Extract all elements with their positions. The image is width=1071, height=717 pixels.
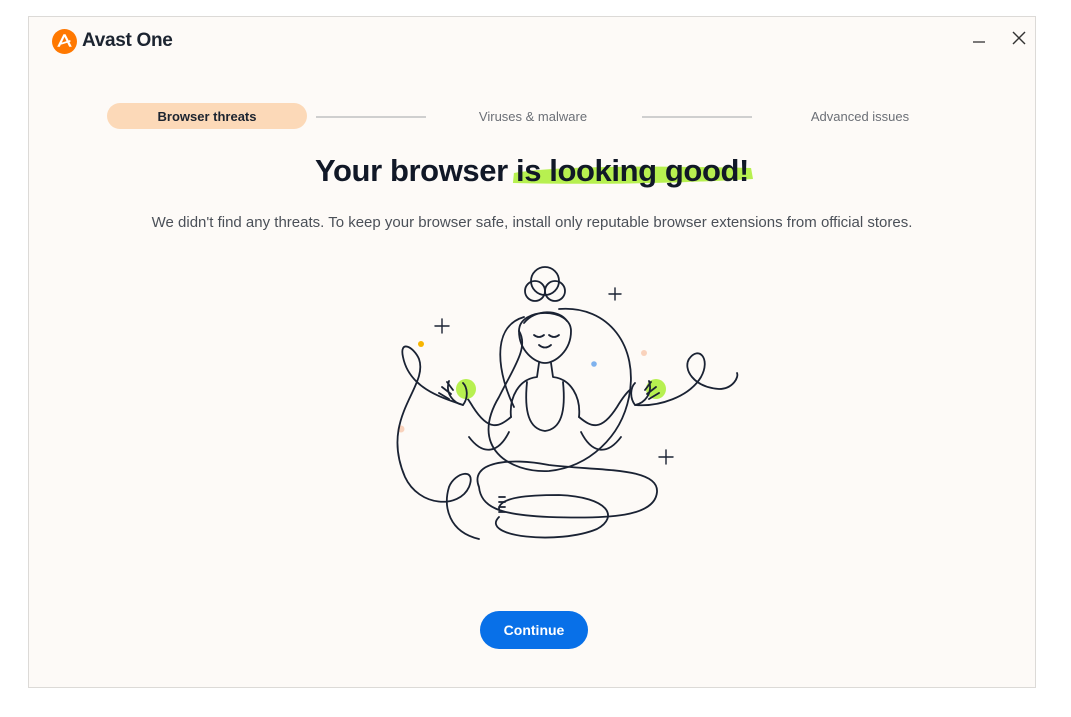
close-icon <box>1012 31 1026 45</box>
page-subtitle: We didn't find any threats. To keep your… <box>151 214 913 231</box>
step-viruses-malware: Viruses & malware <box>478 108 588 124</box>
app-name: Avast One <box>82 30 173 51</box>
page-title: Your browser is looking good! <box>29 153 1035 189</box>
step-connector <box>316 116 426 118</box>
step-connector <box>642 116 752 118</box>
title-prefix: Your browser <box>315 153 516 188</box>
brand: Avast One <box>52 27 173 55</box>
minimize-button[interactable] <box>966 25 992 51</box>
step-browser-threats: Browser threats <box>107 103 307 129</box>
app-window: Avast One Browser threats Viruses & malw… <box>28 16 1036 688</box>
progress-stepper: Browser threats Viruses & malware Advanc… <box>29 103 1035 129</box>
step-advanced-issues: Advanced issues <box>810 108 910 124</box>
title-highlight: is looking good! <box>512 153 753 189</box>
meditating-person-illustration <box>396 266 739 540</box>
close-button[interactable] <box>1006 25 1032 51</box>
continue-button[interactable]: Continue <box>480 611 588 649</box>
minimize-icon <box>973 41 985 43</box>
avast-logo-icon <box>52 28 77 54</box>
